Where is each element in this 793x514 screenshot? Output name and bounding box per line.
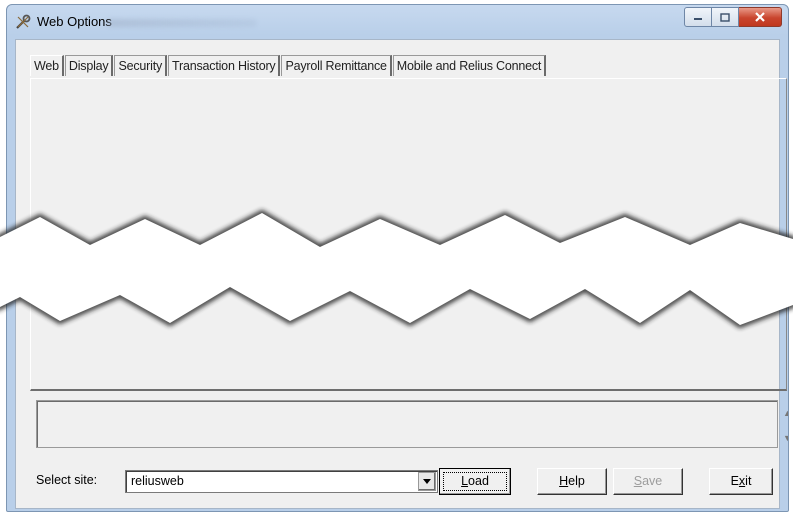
site-select[interactable]: reliusweb — [125, 470, 438, 493]
wrench-icon — [16, 14, 31, 29]
exit-button[interactable]: Exit — [709, 468, 773, 495]
help-label-post: elp — [568, 474, 585, 488]
maximize-button[interactable] — [712, 7, 739, 27]
help-label-key: H — [559, 474, 569, 488]
help-button[interactable]: Help — [537, 468, 607, 495]
tab-strip: Web Display Security Transaction History… — [30, 55, 547, 77]
save-button[interactable]: Save — [613, 468, 683, 495]
tab-payroll-remittance[interactable]: Payroll Remittance — [281, 55, 392, 76]
exit-label-post: it — [745, 474, 752, 488]
close-button[interactable] — [739, 7, 782, 27]
title-bar[interactable]: Web Options — [7, 5, 788, 39]
maximize-icon — [720, 12, 730, 22]
minimize-button[interactable] — [684, 7, 712, 27]
scroll-down-arrow-icon[interactable]: ▼ — [783, 433, 788, 443]
chevron-down-icon — [423, 479, 431, 484]
blurred-title-detail — [107, 19, 257, 27]
tab-web[interactable]: Web — [30, 55, 64, 76]
window-title: Web Options — [37, 14, 112, 29]
message-box[interactable] — [36, 400, 778, 448]
save-label-post: ave — [642, 474, 663, 488]
exit-label-pre: E — [730, 474, 739, 488]
tab-transaction-history[interactable]: Transaction History — [168, 55, 281, 76]
site-select-value: reliusweb — [131, 474, 184, 488]
dropdown-button[interactable] — [418, 472, 436, 491]
minimize-icon — [694, 18, 702, 20]
close-icon — [755, 12, 765, 22]
load-button[interactable]: Load — [439, 468, 511, 495]
save-label-key: S — [633, 474, 643, 488]
scroll-up-arrow-icon[interactable]: ▲ — [783, 408, 788, 418]
select-site-label: Select site: — [36, 473, 98, 487]
torn-page-divider — [0, 209, 793, 329]
tab-security[interactable]: Security — [114, 55, 168, 76]
tab-display[interactable]: Display — [64, 55, 114, 76]
tab-mobile-relius-connect[interactable]: Mobile and Relius Connect — [392, 55, 547, 76]
